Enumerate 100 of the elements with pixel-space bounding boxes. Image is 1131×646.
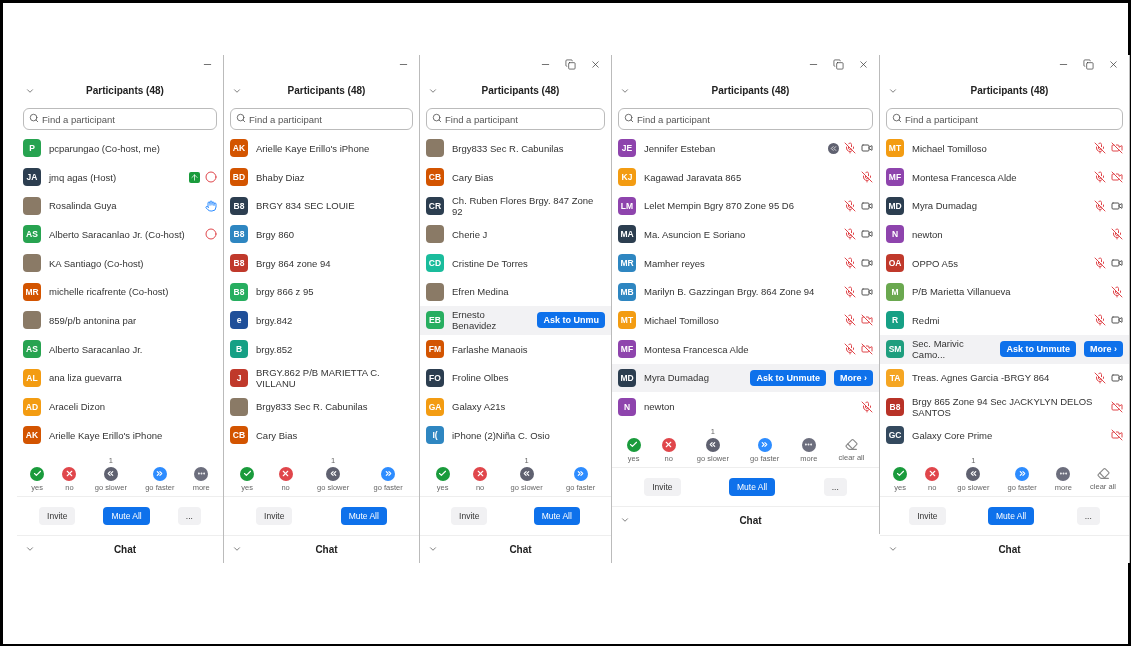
close-icon[interactable] bbox=[1108, 59, 1119, 70]
participant-name: Farlashe Manaois bbox=[452, 343, 529, 355]
video-camera-icon bbox=[861, 257, 873, 270]
participant-row[interactable]: CR Ch. Ruben Flores Brgy. 847 Zone 92 bbox=[420, 191, 611, 221]
participant-row[interactable]: M P/B Marietta Villanueva bbox=[880, 277, 1129, 307]
ask-to-unmute-button[interactable]: Ask to Unmu bbox=[537, 312, 605, 329]
participant-row[interactable]: AS Alberto Saracanlao Jr. bbox=[17, 334, 223, 364]
participant-row[interactable]: B8 Brgy 864 zone 94 bbox=[224, 248, 419, 278]
participant-row[interactable]: N newton bbox=[612, 392, 879, 421]
participant-row[interactable]: MT Michael Tomilloso bbox=[880, 134, 1129, 163]
participant-name: brgy.852 bbox=[256, 343, 294, 355]
go-slower-icon bbox=[519, 466, 534, 481]
mute-all-button[interactable]: Mute All bbox=[729, 477, 776, 496]
restore-icon[interactable] bbox=[565, 59, 576, 70]
footer-button[interactable]: ... bbox=[1076, 506, 1100, 525]
mute-all-button[interactable]: Mute All bbox=[103, 506, 150, 525]
participant-row[interactable]: JA jmq agas (Host) bbox=[17, 162, 223, 192]
check-icon bbox=[626, 437, 641, 452]
participant-row[interactable]: 859/p/b antonina par bbox=[17, 306, 223, 335]
participant-row[interactable]: CB Cary Bias bbox=[420, 162, 611, 192]
ask-to-unmute-button[interactable]: Ask to Unmute bbox=[1000, 341, 1076, 358]
participant-row[interactable]: MR Mamher reyes bbox=[612, 248, 879, 278]
search-field[interactable]: Find a participant bbox=[230, 108, 413, 130]
participant-row[interactable]: OA OPPO A5s bbox=[880, 248, 1129, 278]
participant-row[interactable]: MF Montesa Francesca Alde bbox=[880, 162, 1129, 192]
participant-name: Brgy833 Sec R. Cabunilas bbox=[256, 401, 369, 413]
avatar: B8 bbox=[230, 282, 248, 301]
participant-row[interactable]: FO Froline Olbes bbox=[420, 363, 611, 393]
avatar: N bbox=[618, 397, 636, 416]
participant-row[interactable]: MA Ma. Asuncion E Soriano bbox=[612, 220, 879, 249]
participant-row[interactable]: KA Santiago (Co-host) bbox=[17, 248, 223, 278]
close-icon[interactable] bbox=[590, 59, 601, 70]
participant-row[interactable]: B8 Brgy 865 Zone 94 Sec JACKYLYN DELOS SANTOS bbox=[880, 392, 1129, 421]
footer-button[interactable]: Invite bbox=[451, 506, 488, 525]
participant-row[interactable]: BD Bhaby Diaz bbox=[224, 162, 419, 192]
avatar: B8 bbox=[230, 254, 248, 273]
participant-row[interactable]: B8 BRGY 834 SEC LOUIE bbox=[224, 191, 419, 221]
participant-row[interactable]: R Redmi bbox=[880, 306, 1129, 335]
footer-button[interactable]: Invite bbox=[909, 506, 946, 525]
participant-row[interactable]: CD Cristine De Torres bbox=[420, 248, 611, 278]
participant-row[interactable]: Cherie J bbox=[420, 220, 611, 249]
more-button[interactable]: More › bbox=[834, 369, 873, 386]
participant-row[interactable]: e brgy.842 bbox=[224, 306, 419, 335]
participant-row[interactable]: Brgy833 Sec R. Cabunilas bbox=[224, 392, 419, 421]
participant-row[interactable]: MF Montesa Francesca Alde bbox=[612, 334, 879, 364]
mute-all-button[interactable]: Mute All bbox=[533, 506, 580, 525]
participant-row[interactable]: MD Myra Dumadag bbox=[880, 191, 1129, 221]
participant-row[interactable]: KJ Kagawad Jaravata 865 bbox=[612, 162, 879, 192]
participant-row[interactable]: EB Ernesto Benavidez Ask to Unmu bbox=[420, 306, 611, 335]
avatar: MD bbox=[886, 196, 904, 215]
participant-row[interactable]: TA Treas. Agnes Garcia -BRGY 864 bbox=[880, 363, 1129, 393]
mute-all-button[interactable]: Mute All bbox=[340, 506, 387, 525]
participant-row[interactable]: AL ana liza guevarra bbox=[17, 363, 223, 393]
participant-row[interactable]: JE Jennifer Esteban bbox=[612, 134, 879, 163]
participant-row[interactable]: LM Lelet Mempin Bgry 870 Zone 95 D6 bbox=[612, 191, 879, 221]
participant-row[interactable]: MT Michael Tomilloso bbox=[612, 306, 879, 335]
search-field[interactable]: Find a participant bbox=[426, 108, 605, 130]
participant-row[interactable]: MD Myra Dumadag Ask to Unmute More › bbox=[612, 363, 879, 393]
more-button[interactable]: More › bbox=[1084, 341, 1123, 358]
participant-row[interactable]: J BRGY.862 P/B MARIETTA C. VILLANU bbox=[224, 363, 419, 393]
participant-name: Galaxy Core Prime bbox=[912, 429, 994, 441]
participant-row[interactable]: CB Cary Bias bbox=[224, 420, 419, 450]
participant-row[interactable]: B8 Brgy 860 bbox=[224, 220, 419, 249]
participant-row[interactable]: GC Galaxy Core Prime bbox=[880, 420, 1129, 450]
participant-name: Lelet Mempin Bgry 870 Zone 95 D6 bbox=[644, 200, 795, 212]
participant-row[interactable]: FM Farlashe Manaois bbox=[420, 334, 611, 364]
search-field[interactable]: Find a participant bbox=[618, 108, 873, 130]
footer-button[interactable]: Invite bbox=[39, 506, 76, 525]
search-field[interactable]: Find a participant bbox=[886, 108, 1123, 130]
participant-name: Araceli Dizon bbox=[49, 401, 106, 413]
mic-muted-icon bbox=[844, 257, 856, 270]
ask-to-unmute-button[interactable]: Ask to Unmute bbox=[750, 369, 826, 386]
participant-row[interactable]: I( iPhone (2)Niña C. Osio bbox=[420, 420, 611, 450]
participant-row[interactable]: GA Galaxy A21s bbox=[420, 392, 611, 421]
participant-row[interactable]: AK Arielle Kaye Erillo's iPhone bbox=[224, 134, 419, 163]
avatar: CB bbox=[230, 426, 248, 445]
footer-button[interactable]: ... bbox=[823, 477, 847, 496]
participant-row[interactable]: AK Arielle Kaye Erillo's iPhone bbox=[17, 420, 223, 450]
restore-icon[interactable] bbox=[833, 59, 844, 70]
footer-button[interactable]: Invite bbox=[644, 477, 681, 496]
participant-row[interactable]: MR michelle ricafrente (Co-host) bbox=[17, 277, 223, 307]
participant-row[interactable]: B brgy.852 bbox=[224, 334, 419, 364]
footer-button[interactable]: Invite bbox=[256, 506, 293, 525]
raised-hand-icon bbox=[205, 199, 217, 212]
participant-name: Brgy 865 Zone 94 Sec JACKYLYN DELOS SANTOS bbox=[912, 395, 1094, 418]
participant-row[interactable]: SM Sec. Marivic Camo... Ask to Unmute More › bbox=[880, 334, 1129, 364]
participant-row[interactable]: Rosalinda Guya bbox=[17, 191, 223, 221]
participant-row[interactable]: B8 brgy 866 z 95 bbox=[224, 277, 419, 307]
restore-icon[interactable] bbox=[1083, 59, 1094, 70]
participant-row[interactable]: N newton bbox=[880, 220, 1129, 249]
close-icon[interactable] bbox=[858, 59, 869, 70]
search-field[interactable]: Find a participant bbox=[23, 108, 217, 130]
participant-row[interactable]: Efren Medina bbox=[420, 277, 611, 307]
footer-button[interactable]: ... bbox=[177, 506, 201, 525]
participant-row[interactable]: P pcparungao (Co-host, me) bbox=[17, 134, 223, 163]
participant-row[interactable]: Brgy833 Sec R. Cabunilas bbox=[420, 134, 611, 163]
participant-row[interactable]: MB Marilyn B. Gazzingan Brgy. 864 Zone 94 bbox=[612, 277, 879, 307]
participant-row[interactable]: AD Araceli Dizon bbox=[17, 392, 223, 421]
participant-row[interactable]: AS Alberto Saracanlao Jr. (Co-host) bbox=[17, 220, 223, 249]
mute-all-button[interactable]: Mute All bbox=[988, 506, 1035, 525]
